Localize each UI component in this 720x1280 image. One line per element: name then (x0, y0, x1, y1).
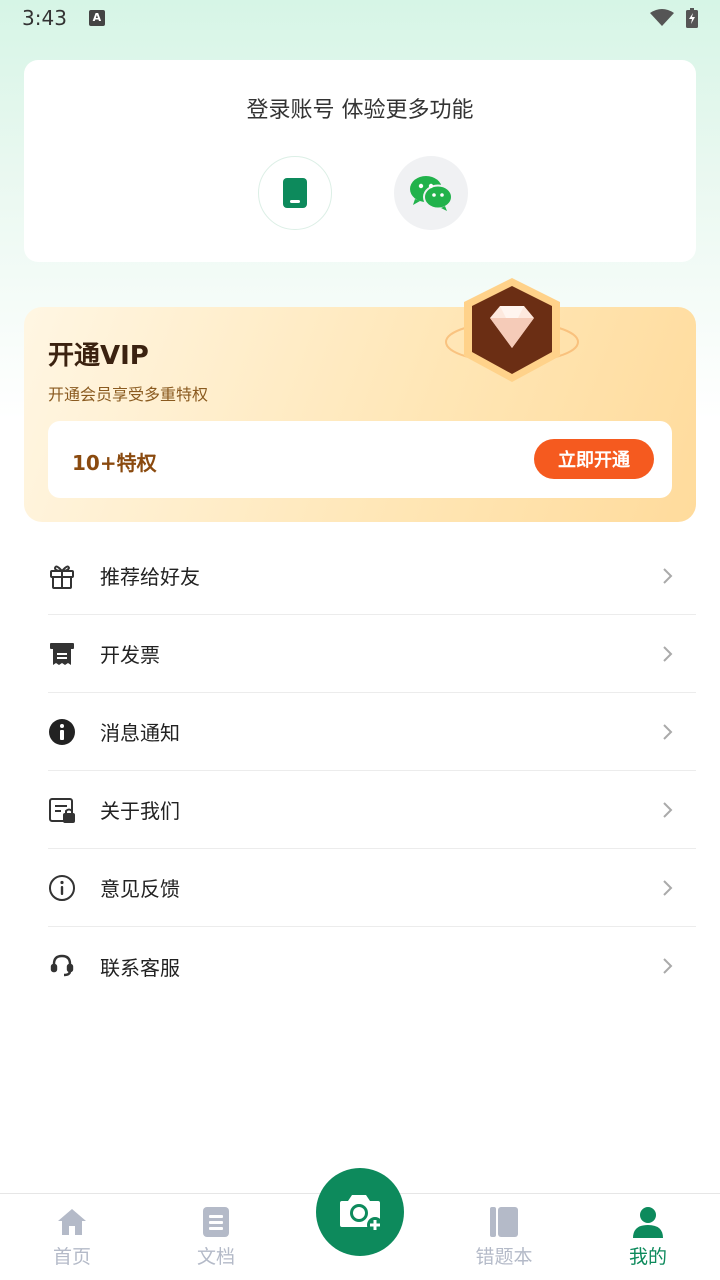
menu-label: 推荐给好友 (100, 565, 200, 589)
notebook-icon (490, 1207, 518, 1237)
nav-label: 文档 (196, 1246, 235, 1268)
login-card: 登录账号 体验更多功能 (24, 60, 696, 262)
vip-privilege-bar: 10+特权 立即开通 (48, 421, 672, 498)
nav-profile[interactable]: 我的 (598, 1206, 698, 1269)
status-time: 3:43 (22, 6, 67, 30)
bottom-navigation: 首页 文档 错题本 我的 (0, 1168, 720, 1280)
home-icon (58, 1209, 86, 1235)
menu-item-recommend[interactable]: 推荐给好友 (48, 537, 696, 615)
document-icon (203, 1207, 229, 1237)
vip-title: 开通VIP (48, 341, 149, 371)
menu-item-notifications[interactable]: 消息通知 (48, 693, 696, 771)
wechat-icon (410, 176, 453, 211)
phone-icon (283, 178, 307, 208)
vip-open-button[interactable]: 立即开通 (534, 439, 654, 479)
menu-label: 消息通知 (100, 721, 180, 745)
wechat-login-button[interactable] (394, 156, 468, 230)
chevron-right-icon (663, 567, 673, 584)
feedback-icon (48, 874, 76, 902)
info-icon (48, 718, 76, 746)
chevron-right-icon (663, 801, 673, 818)
invoice-icon (48, 640, 76, 668)
vip-card[interactable]: 开通VIP 开通会员享受多重特权 10+特权 立即开通 (24, 278, 696, 522)
headset-icon (48, 952, 76, 980)
about-icon (48, 796, 76, 824)
menu-label: 关于我们 (100, 799, 180, 823)
vip-subtitle: 开通会员享受多重特权 (48, 385, 209, 404)
menu-label: 联系客服 (100, 955, 180, 980)
status-bar: 3:43 A (0, 0, 720, 36)
menu-item-about[interactable]: 关于我们 (48, 771, 696, 849)
menu-item-customer-service[interactable]: 联系客服 (48, 927, 696, 1005)
menu-item-feedback[interactable]: 意见反馈 (48, 849, 696, 927)
diamond-badge-icon (445, 278, 579, 382)
menu-item-invoice[interactable]: 开发票 (48, 615, 696, 693)
battery-charging-icon (686, 8, 698, 28)
nav-label: 我的 (628, 1246, 667, 1268)
chevron-right-icon (663, 958, 673, 974)
gift-icon (48, 562, 76, 590)
nav-home[interactable]: 首页 (22, 1206, 122, 1269)
settings-menu: 推荐给好友 开发票 消息通知 关于我们 意见反馈 联系客服 (48, 537, 696, 1005)
status-indicators (650, 8, 698, 28)
nav-label: 错题本 (475, 1246, 533, 1268)
wifi-icon (650, 9, 674, 26)
chevron-right-icon (663, 723, 673, 740)
menu-label: 意见反馈 (100, 877, 180, 901)
nav-mistake-book[interactable]: 错题本 (454, 1206, 554, 1269)
notification-badge-icon: A (88, 10, 105, 26)
camera-plus-icon (340, 1195, 383, 1233)
phone-login-button[interactable] (258, 156, 332, 230)
chevron-right-icon (663, 879, 673, 896)
nav-documents[interactable]: 文档 (166, 1206, 266, 1269)
user-icon (633, 1207, 663, 1238)
login-title: 登录账号 体验更多功能 (246, 98, 474, 123)
vip-privilege-count: 10+特权 (72, 451, 157, 475)
nav-label: 首页 (52, 1246, 91, 1268)
chevron-right-icon (663, 645, 673, 662)
camera-scan-button[interactable] (316, 1168, 404, 1256)
menu-label: 开发票 (100, 643, 160, 667)
